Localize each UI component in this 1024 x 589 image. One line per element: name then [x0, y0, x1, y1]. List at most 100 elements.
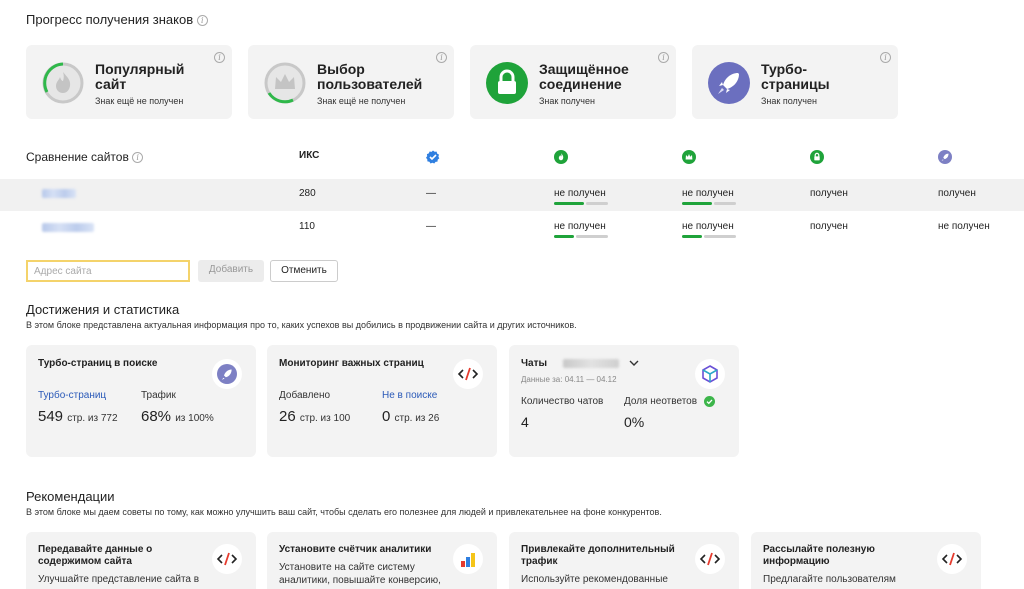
traffic-label: Трафик	[141, 390, 176, 401]
monitoring-stat-card[interactable]: Мониторинг важных страниц Добавлено Не в…	[267, 345, 497, 457]
rec-text-line1: Установите на сайте систему	[279, 562, 415, 573]
added-value: 26 стр. из 100	[279, 408, 350, 425]
rocket-icon-wrap	[212, 359, 242, 389]
progress-rest	[586, 202, 608, 205]
chat-source-redacted[interactable]	[563, 359, 619, 368]
stat-card-title: Чаты	[521, 358, 548, 369]
progress-rest	[704, 235, 736, 238]
turbo-status: получен	[938, 188, 976, 199]
value-suffix: стр. из 772	[67, 413, 118, 424]
code-tools-icon	[457, 367, 479, 381]
popular-status: не получен	[554, 221, 606, 232]
badge-name-line1: Популярный	[95, 61, 185, 77]
badge-card-users-choice[interactable]: i Выбор пользователей Знак ещё не получе…	[248, 45, 454, 119]
progress-fill	[554, 235, 574, 238]
added-label: Добавлено	[279, 390, 331, 401]
turbo-stat-card[interactable]: Турбо-страниц в поиске Турбо-страниц Тра…	[26, 345, 256, 457]
site-name-redacted[interactable]	[42, 189, 76, 198]
rocket-badge-icon	[708, 62, 750, 104]
site-address-input[interactable]	[26, 260, 190, 282]
badge-card-secure[interactable]: i Защищённое соединение Знак получен	[470, 45, 676, 119]
badge-status: Знак получен	[761, 96, 817, 106]
badge-text: Выбор пользователей Знак ещё не получен	[317, 61, 423, 107]
rec-title-line1: Рассылайте полезную	[763, 544, 875, 555]
recommendation-card[interactable]: Рассылайте полезную информацию Предлагай…	[751, 532, 981, 589]
badge-name-line1: Защищённое	[539, 61, 629, 77]
badge-card-turbo[interactable]: i Турбо- страницы Знак получен	[692, 45, 898, 119]
rocket-small-icon	[938, 150, 952, 164]
badge-status: Знак получен	[539, 96, 595, 106]
badge-name-line2: сайт	[95, 76, 127, 92]
code-tools-icon	[941, 552, 963, 566]
not-in-search-link[interactable]: Не в поиске	[382, 390, 437, 401]
code-tools-icon	[699, 552, 721, 566]
rec-text: Используйте рекомендованные	[521, 574, 668, 585]
value-suffix: стр. из 100	[299, 413, 351, 424]
progress-rest	[714, 202, 736, 205]
turbo-pages-value: 549 стр. из 772	[38, 408, 118, 425]
badge-card-popular[interactable]: i Популярный сайт Знак ещё не получен	[26, 45, 232, 119]
rec-text: Улучшайте представление сайта в	[38, 574, 200, 585]
value-suffix: из 100%	[175, 413, 214, 424]
code-icon-wrap	[212, 544, 242, 574]
badge-name-line2: пользователей	[317, 76, 423, 92]
rec-title: Передавайте данные о содержимом сайта	[38, 544, 152, 568]
site-name-redacted[interactable]	[42, 223, 94, 232]
info-icon[interactable]: i	[436, 52, 447, 63]
turbo-pages-link[interactable]: Турбо-страниц	[38, 390, 106, 401]
rec-title: Рассылайте полезную информацию	[763, 544, 875, 568]
choice-status: не получен	[682, 221, 734, 232]
chats-count-value: 4	[521, 414, 529, 430]
comparison-header: Сравнение сайтов i ИКС	[0, 146, 1024, 168]
comparison-row: 280 — не получен не получен получен полу…	[0, 179, 1024, 211]
choice-progress-bar	[682, 235, 736, 238]
rec-title-line1: Передавайте данные о	[38, 544, 153, 555]
badge-text: Популярный сайт Знак ещё не получен	[95, 61, 185, 107]
unanswered-label: Доля неответов	[624, 396, 698, 407]
chevron-down-icon[interactable]	[629, 359, 639, 367]
recommendation-card[interactable]: Передавайте данные о содержимом сайта Ул…	[26, 532, 256, 589]
recommendation-card[interactable]: Привлекайте дополнительный трафик Исполь…	[509, 532, 739, 589]
info-icon[interactable]: i	[196, 15, 208, 27]
stat-card-title: Мониторинг важных страниц	[279, 358, 424, 369]
badge-name-line1: Выбор	[317, 61, 365, 77]
code-tools-icon	[216, 552, 238, 566]
badge-text: Защищённое соединение Знак получен	[539, 61, 629, 107]
recommendation-card[interactable]: Установите счётчик аналитики Установите …	[267, 532, 497, 589]
cancel-button[interactable]: Отменить	[270, 260, 338, 282]
progress-fill	[554, 202, 584, 205]
verified-icon	[426, 150, 440, 164]
rec-text-line2: аналитики, повышайте конверсию,	[279, 575, 441, 586]
code-icon-wrap	[695, 544, 725, 574]
iks-value: 110	[299, 221, 315, 232]
fire-badge-icon	[42, 62, 84, 104]
rec-title: Установите счётчик аналитики	[279, 544, 431, 556]
info-icon[interactable]: i	[214, 52, 225, 63]
badge-status: Знак ещё не получен	[317, 96, 406, 106]
info-icon[interactable]: i	[880, 52, 891, 63]
iks-header: ИКС	[299, 150, 320, 161]
comparison-title-text: Сравнение сайтов	[26, 150, 129, 164]
value: 68%	[141, 408, 172, 425]
verified-value: —	[426, 188, 436, 199]
crown-badge-icon	[264, 62, 306, 104]
rec-title-line2: содержимом сайта	[38, 556, 132, 567]
iks-value: 280	[299, 188, 316, 199]
badge-status: Знак ещё не получен	[95, 96, 184, 106]
value-suffix: стр. из 26	[394, 413, 440, 424]
add-button[interactable]: Добавить	[198, 260, 264, 282]
value: 26	[279, 408, 296, 425]
code-icon-wrap	[453, 359, 483, 389]
secure-status: получен	[810, 188, 848, 199]
rec-title-line2: информацию	[763, 556, 830, 567]
turbo-status: не получен	[938, 221, 990, 232]
badges-title-text: Прогресс получения знаков	[26, 12, 194, 27]
info-icon[interactable]: i	[132, 152, 144, 164]
choice-progress-bar	[682, 202, 736, 205]
badge-text: Турбо- страницы Знак получен	[761, 62, 830, 107]
analytics-chart-icon	[461, 553, 475, 567]
chats-stat-card[interactable]: Чаты Данные за: 04.11 — 04.12 Количество…	[509, 345, 739, 457]
recommendations-description: В этом блоке мы даем советы по тому, как…	[26, 507, 662, 517]
popular-status: не получен	[554, 188, 606, 199]
info-icon[interactable]: i	[658, 52, 669, 63]
